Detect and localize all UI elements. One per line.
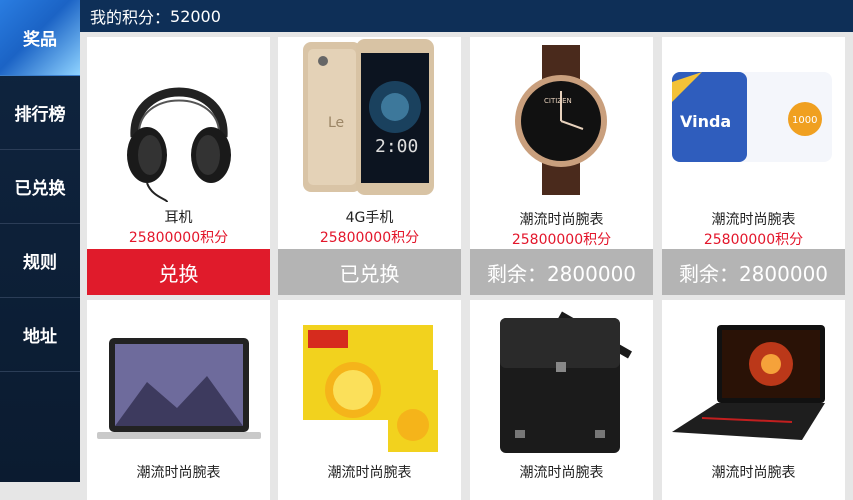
product-card: Vinda 1000 潮流时尚腕表 25800000积分 剩余：2800000: [662, 37, 845, 295]
svg-text:Le: Le: [328, 115, 344, 131]
product-points: 25800000积分: [319, 230, 420, 246]
svg-text:Vinda: Vinda: [680, 112, 731, 131]
redeemed-status-button: 已兑换: [278, 249, 461, 295]
product-name: 耳机: [164, 210, 193, 226]
sidebar-item-rules[interactable]: 规则: [0, 224, 80, 298]
svg-text:1000: 1000: [792, 115, 817, 126]
sidebar-item-address[interactable]: 地址: [0, 298, 80, 372]
sidebar: 奖品 排行榜 已兑换 规则 地址: [0, 0, 80, 482]
redeem-button[interactable]: 兑换: [87, 249, 270, 295]
points-header: 我的积分： 52000: [80, 0, 853, 32]
sidebar-item-prizes[interactable]: 奖品: [0, 0, 80, 76]
svg-text:2:00: 2:00: [375, 136, 418, 157]
sidebar-item-label: 规则: [23, 253, 57, 273]
product-name: 潮流时尚腕表: [136, 465, 221, 481]
product-card: 潮流时尚腕表: [662, 300, 845, 500]
headphones-icon: [87, 37, 270, 203]
product-card: Le 2:00 4G手机 25800000积分 已兑换: [278, 37, 461, 295]
sidebar-item-leaderboard[interactable]: 排行榜: [0, 76, 80, 150]
points-label: 我的积分：: [90, 8, 171, 27]
sidebar-item-redeemed[interactable]: 已兑换: [0, 150, 80, 224]
product-points: 25800000积分: [703, 232, 804, 248]
smartphone-icon: Le 2:00: [278, 37, 461, 202]
svg-text:CITIZEN: CITIZEN: [544, 97, 572, 105]
product-points: 25800000积分: [128, 230, 229, 246]
shoulder-bag-icon: [470, 300, 653, 465]
points-value: 52000: [170, 6, 221, 26]
product-name: 潮流时尚腕表: [327, 465, 412, 481]
product-card: 潮流时尚腕表: [278, 300, 461, 500]
remaining-stock: 剩余：2800000: [662, 249, 845, 295]
product-name: 潮流时尚腕表: [711, 212, 796, 228]
sidebar-item-label: 已兑换: [14, 179, 66, 199]
product-name: 潮流时尚腕表: [519, 465, 604, 481]
product-card: 耳机 25800000积分 兑换: [87, 37, 270, 295]
tissue-pack-icon: Vinda 1000: [662, 37, 845, 202]
gaming-laptop-icon: [662, 300, 845, 465]
wristwatch-icon: CITIZEN: [470, 37, 653, 202]
remaining-stock: 剩余：2800000: [470, 249, 653, 295]
product-name: 4G手机: [345, 210, 394, 226]
juice-box-icon: [278, 300, 461, 465]
sidebar-item-label: 地址: [23, 327, 57, 347]
sidebar-item-label: 排行榜: [14, 105, 66, 125]
product-card: 潮流时尚腕表: [470, 300, 653, 500]
laptop-icon: [87, 300, 270, 465]
product-points: 25800000积分: [511, 232, 612, 248]
sidebar-item-label: 奖品: [23, 30, 57, 50]
product-name: 潮流时尚腕表: [711, 465, 796, 481]
product-grid: 耳机 25800000积分 兑换 Le 2:00 4G手机 25800000积分…: [80, 32, 853, 500]
product-card: CITIZEN 潮流时尚腕表 25800000积分 剩余：2800000: [470, 37, 653, 295]
product-card: 潮流时尚腕表: [87, 300, 270, 500]
product-name: 潮流时尚腕表: [519, 212, 604, 228]
